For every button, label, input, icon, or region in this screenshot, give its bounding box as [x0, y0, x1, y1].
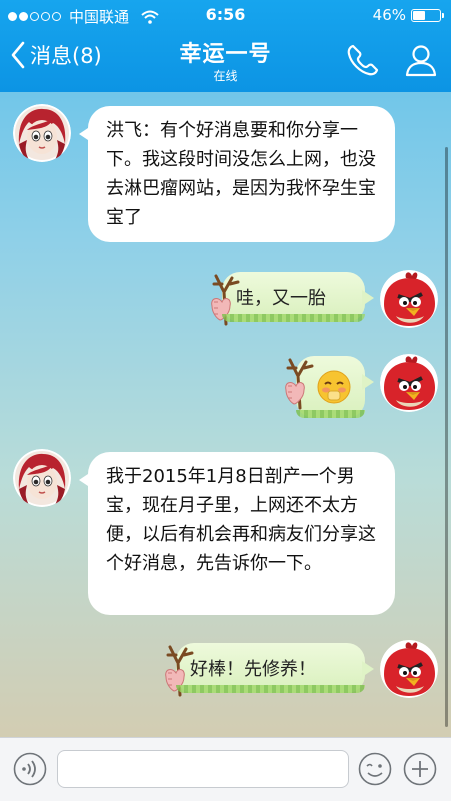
chat-area[interactable]: 洪飞：有个好消息要和你分享一下。我这段时间没怎么上网，也没去淋巴瘤网站，是因为我…	[0, 92, 451, 737]
twig-hand-icon	[282, 346, 318, 410]
grass-decoration	[222, 314, 365, 322]
input-bar	[0, 737, 451, 801]
message-bubble-outgoing[interactable]: 好棒！先修养！	[176, 643, 374, 693]
grass-decoration	[296, 410, 365, 418]
red-bird-avatar[interactable]	[380, 270, 438, 328]
blush-emoji-icon	[317, 370, 350, 404]
phone-icon[interactable]	[344, 41, 382, 79]
online-status: 在线	[213, 69, 238, 83]
message-bubble-outgoing[interactable]: 哇，又一胎	[222, 272, 374, 322]
message-input[interactable]	[57, 750, 349, 788]
battery-percent: 46%	[372, 6, 406, 24]
message-text: 哇，又一胎	[236, 288, 326, 309]
girl-avatar[interactable]	[13, 104, 71, 162]
contact-name: 幸运一号	[179, 42, 272, 67]
battery-indicator: 46%	[372, 6, 444, 24]
scrollbar[interactable]	[445, 147, 448, 727]
message-text: 好棒！先修养！	[190, 659, 316, 680]
message-bubble-outgoing[interactable]	[296, 356, 374, 418]
contact-profile-icon[interactable]	[402, 41, 440, 79]
message-text: 我于2015年1月8日剖产一个男宝，现在月子里，上网还不太方便，以后有机会再和病…	[106, 466, 376, 574]
grass-decoration	[176, 685, 365, 693]
red-bird-avatar[interactable]	[380, 354, 438, 412]
emoji-face-icon[interactable]	[358, 752, 392, 786]
message-text: 洪飞：有个好消息要和你分享一下。我这段时间没怎么上网，也没去淋巴瘤网站，是因为我…	[106, 120, 376, 228]
girl-avatar[interactable]	[13, 449, 71, 507]
status-bar: 中国联通 6:56 46%	[0, 0, 451, 30]
message-bubble-incoming[interactable]: 洪飞：有个好消息要和你分享一下。我这段时间没怎么上网，也没去淋巴瘤网站，是因为我…	[79, 106, 395, 242]
red-bird-avatar[interactable]	[380, 640, 438, 698]
battery-icon	[411, 8, 444, 22]
voice-icon[interactable]	[13, 752, 47, 786]
header-bar: 中国联通 6:56 46% 消息(8) 幸运一号 在线	[0, 0, 451, 92]
message-bubble-incoming[interactable]: 我于2015年1月8日剖产一个男宝，现在月子里，上网还不太方便，以后有机会再和病…	[79, 452, 395, 615]
plus-icon[interactable]	[403, 752, 437, 786]
nav-bar: 消息(8) 幸运一号 在线	[0, 30, 451, 92]
